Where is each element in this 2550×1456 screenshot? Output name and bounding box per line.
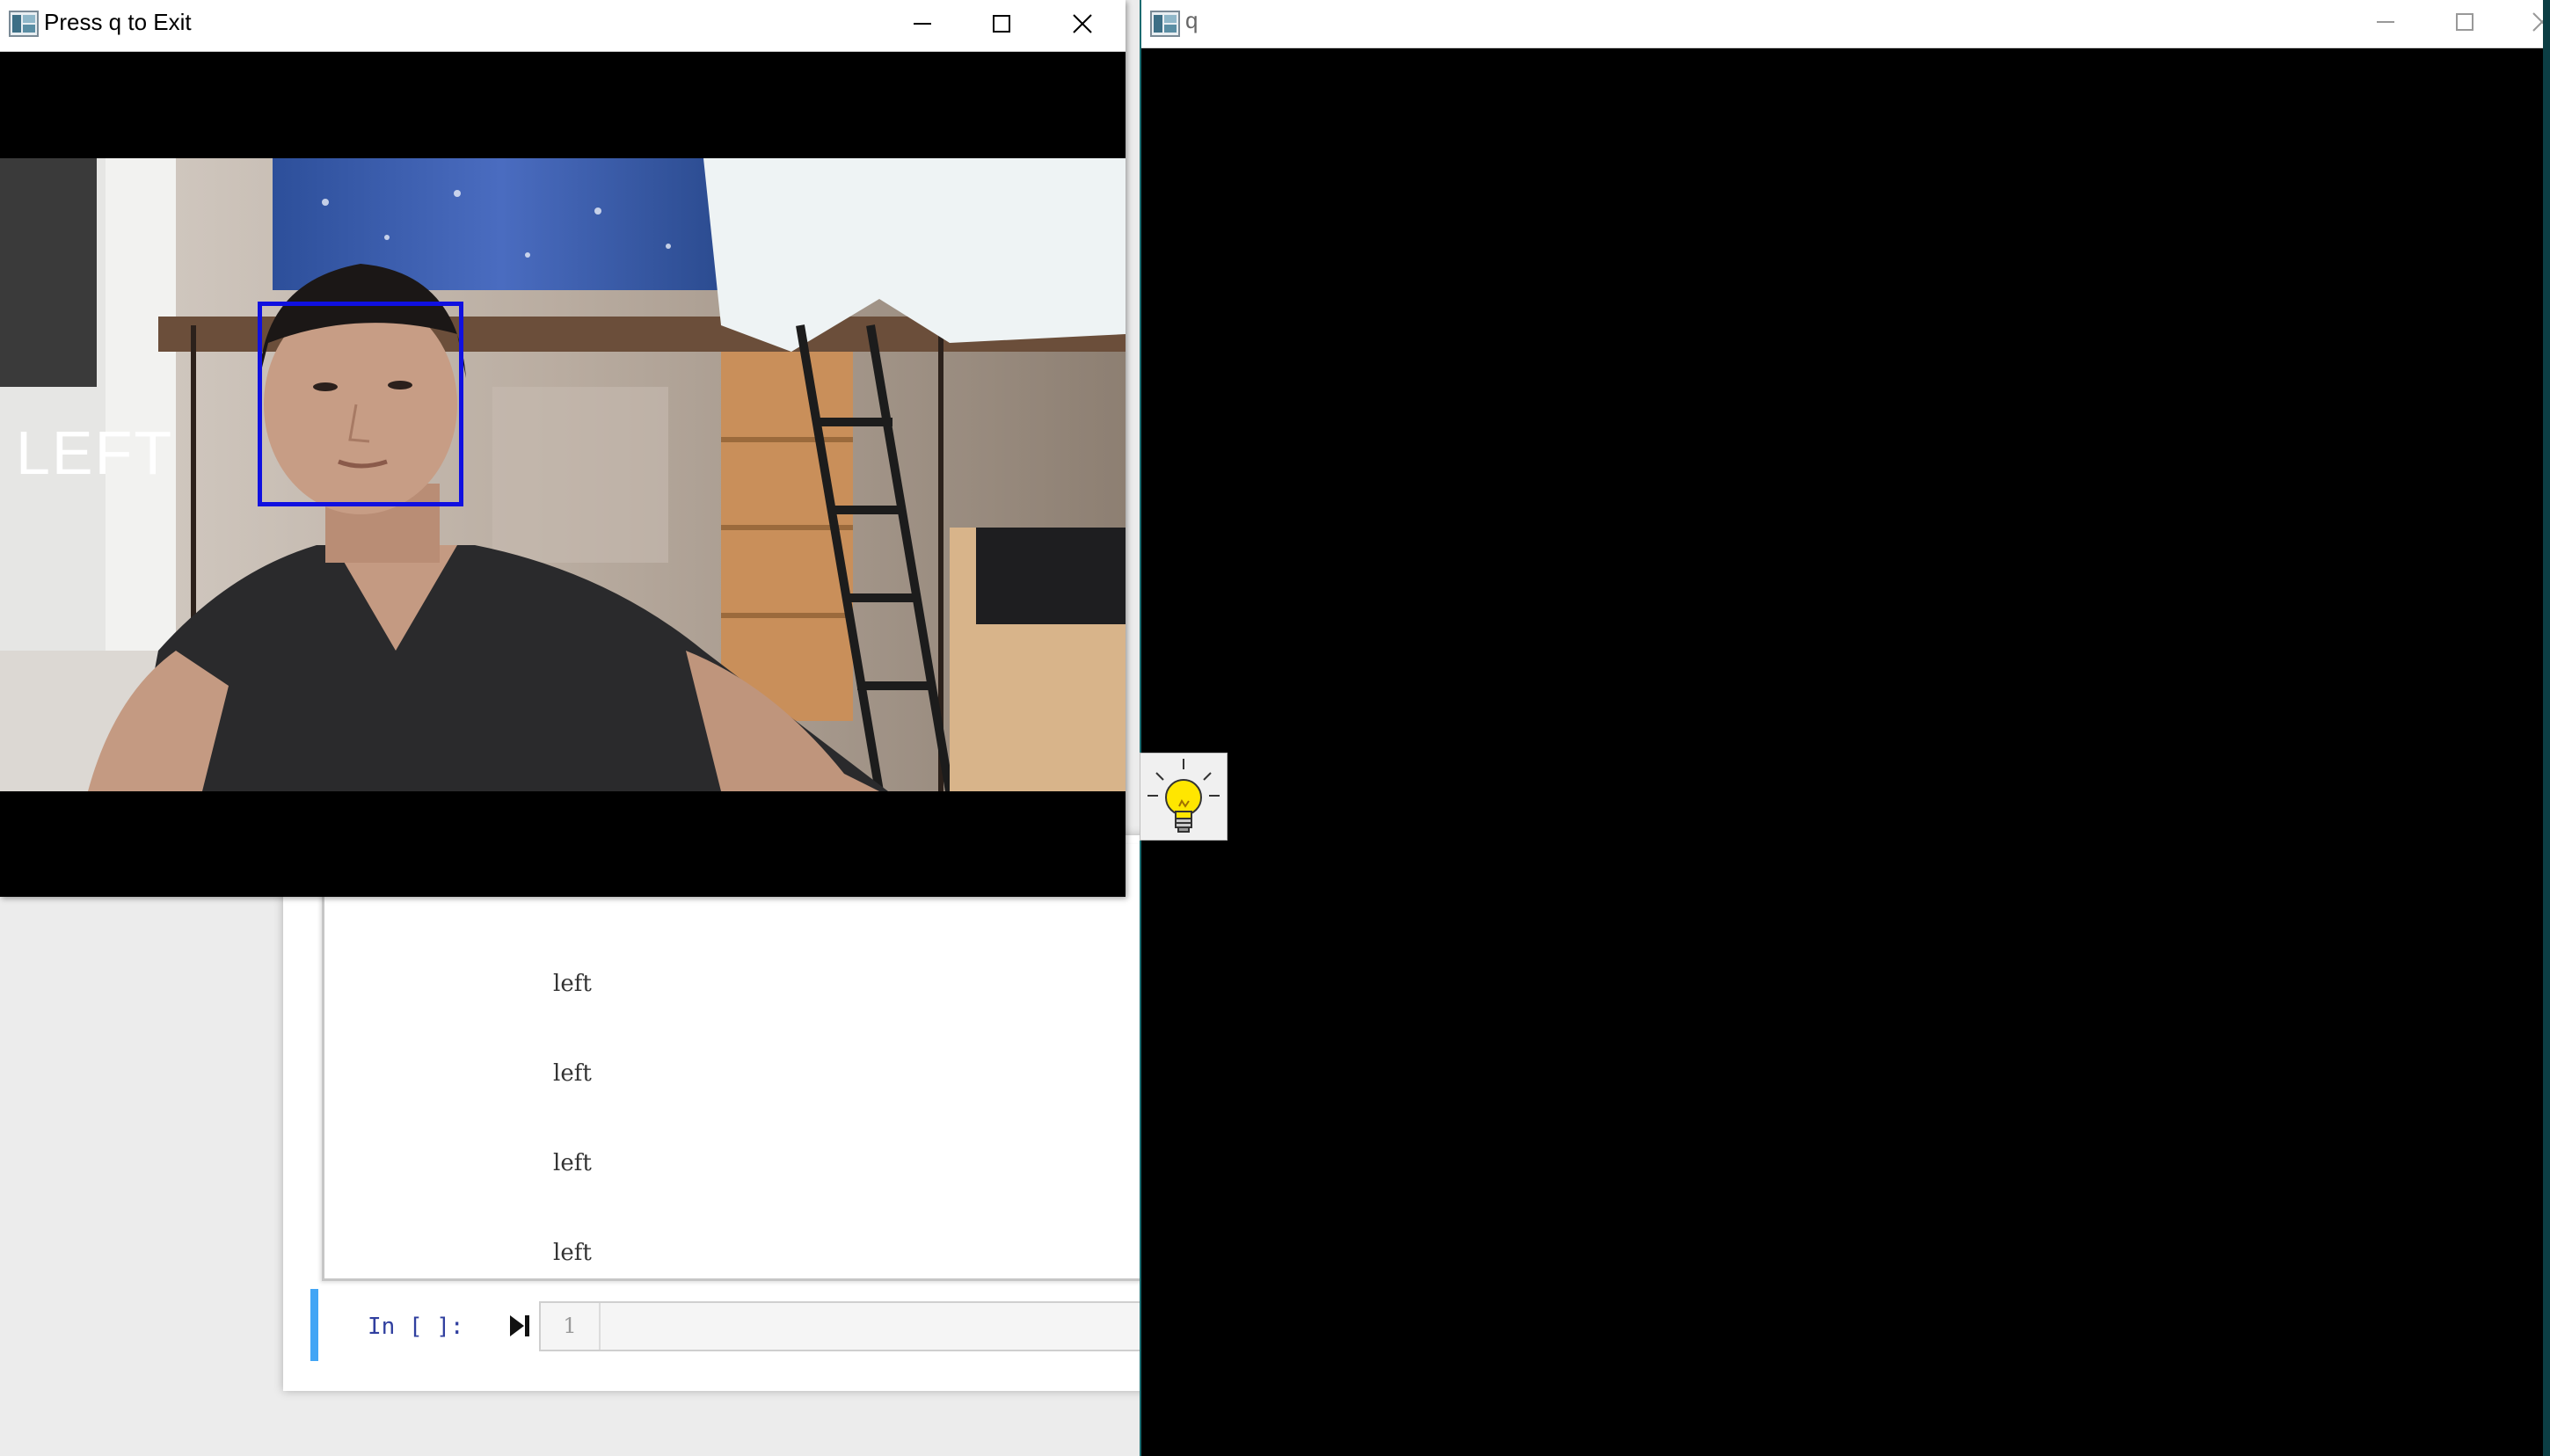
taskbar-edge xyxy=(2543,0,2550,1456)
camera-frame: LEFT xyxy=(0,158,1126,791)
minimize-button[interactable] xyxy=(2346,0,2425,47)
maximize-button[interactable] xyxy=(962,0,1041,51)
maximize-button[interactable] xyxy=(2425,0,2504,47)
output-line: left xyxy=(553,1150,592,1176)
maximize-icon xyxy=(992,14,1011,38)
minimize-icon xyxy=(913,14,932,38)
window-title: q xyxy=(1185,7,1198,33)
window-title: Press q to Exit xyxy=(44,9,192,35)
q-window-titlebar[interactable]: q xyxy=(1141,0,2550,48)
opencv-window-icon xyxy=(9,11,39,37)
lightbulb-icon xyxy=(1140,759,1227,843)
run-cell-icon[interactable] xyxy=(508,1314,531,1338)
close-icon xyxy=(1072,13,1093,39)
input-prompt: In [ ]: xyxy=(368,1314,464,1340)
opencv-window-icon xyxy=(1150,11,1180,37)
minimize-icon xyxy=(2376,12,2395,36)
close-button[interactable] xyxy=(1043,0,1122,51)
output-line: left xyxy=(553,971,592,997)
q-window: q xyxy=(1140,0,2550,1456)
camera-window: Press q to Exit LEFT xyxy=(0,0,1126,897)
output-line: left xyxy=(553,1060,592,1087)
camera-window-titlebar[interactable]: Press q to Exit xyxy=(0,0,1126,52)
cell-output-area: left left left left left xyxy=(322,832,1151,1281)
output-line: left xyxy=(553,1240,592,1266)
direction-label: LEFT xyxy=(16,419,174,487)
face-detection-box xyxy=(258,302,463,506)
line-number: 1 xyxy=(541,1303,601,1350)
minimize-button[interactable] xyxy=(883,0,962,51)
code-editor[interactable]: 1 xyxy=(539,1301,1162,1351)
lightbulb-tile[interactable] xyxy=(1140,753,1228,841)
maximize-icon xyxy=(2455,12,2474,36)
